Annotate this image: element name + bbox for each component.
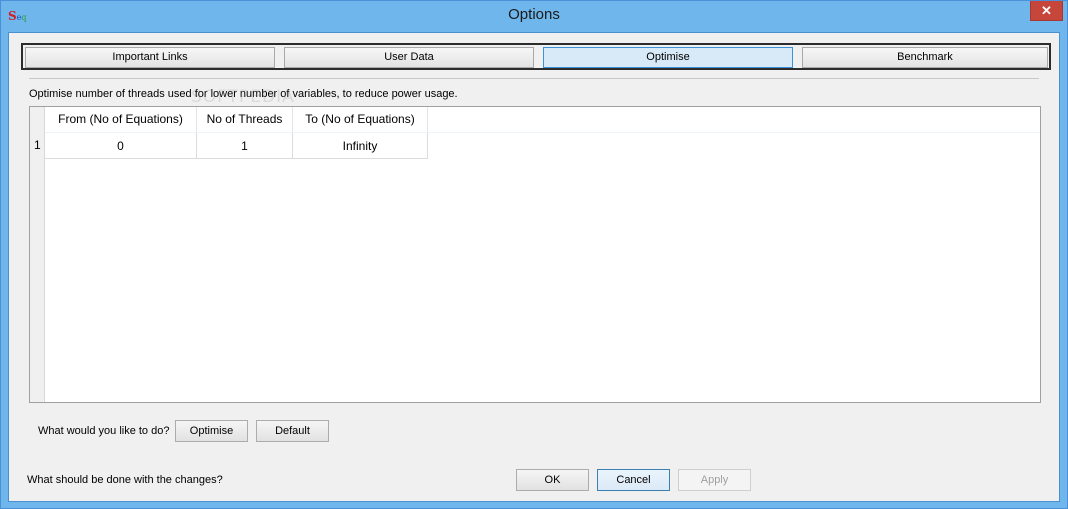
close-icon: ✕ xyxy=(1041,3,1052,18)
tab-important-links[interactable]: Important Links xyxy=(25,47,275,68)
optimise-description: Optimise number of threads used for lowe… xyxy=(29,88,458,100)
options-window: Seq Options ✕ Important Links User Data … xyxy=(0,0,1068,509)
tab-strip: Important Links User Data Optimise Bench… xyxy=(21,43,1051,70)
column-header-to[interactable]: To (No of Equations) xyxy=(293,107,428,132)
changes-question: What should be done with the changes? xyxy=(27,474,223,486)
cell-to[interactable]: Infinity xyxy=(293,133,428,159)
cell-from[interactable]: 0 xyxy=(45,133,197,159)
optimise-button[interactable]: Optimise xyxy=(175,420,248,442)
dialog-body: Important Links User Data Optimise Bench… xyxy=(8,32,1060,502)
ok-button[interactable]: OK xyxy=(516,469,589,491)
row-index: 1 xyxy=(34,138,41,152)
apply-button[interactable]: Apply xyxy=(678,469,751,491)
column-header-threads[interactable]: No of Threads xyxy=(197,107,293,132)
cell-threads[interactable]: 1 xyxy=(197,133,293,159)
window-title: Options xyxy=(508,6,560,23)
tab-benchmark[interactable]: Benchmark xyxy=(802,47,1048,68)
divider xyxy=(29,78,1039,79)
close-button[interactable]: ✕ xyxy=(1030,1,1063,21)
threads-table[interactable]: From (No of Equations) No of Threads To … xyxy=(29,106,1041,403)
tab-optimise[interactable]: Optimise xyxy=(543,47,793,68)
tab-user-data[interactable]: User Data xyxy=(284,47,534,68)
cancel-button[interactable]: Cancel xyxy=(597,469,670,491)
default-button[interactable]: Default xyxy=(256,420,329,442)
action-question: What would you like to do? xyxy=(38,425,170,437)
title-bar[interactable]: Seq Options ✕ xyxy=(1,1,1067,32)
column-header-from[interactable]: From (No of Equations) xyxy=(45,107,197,132)
